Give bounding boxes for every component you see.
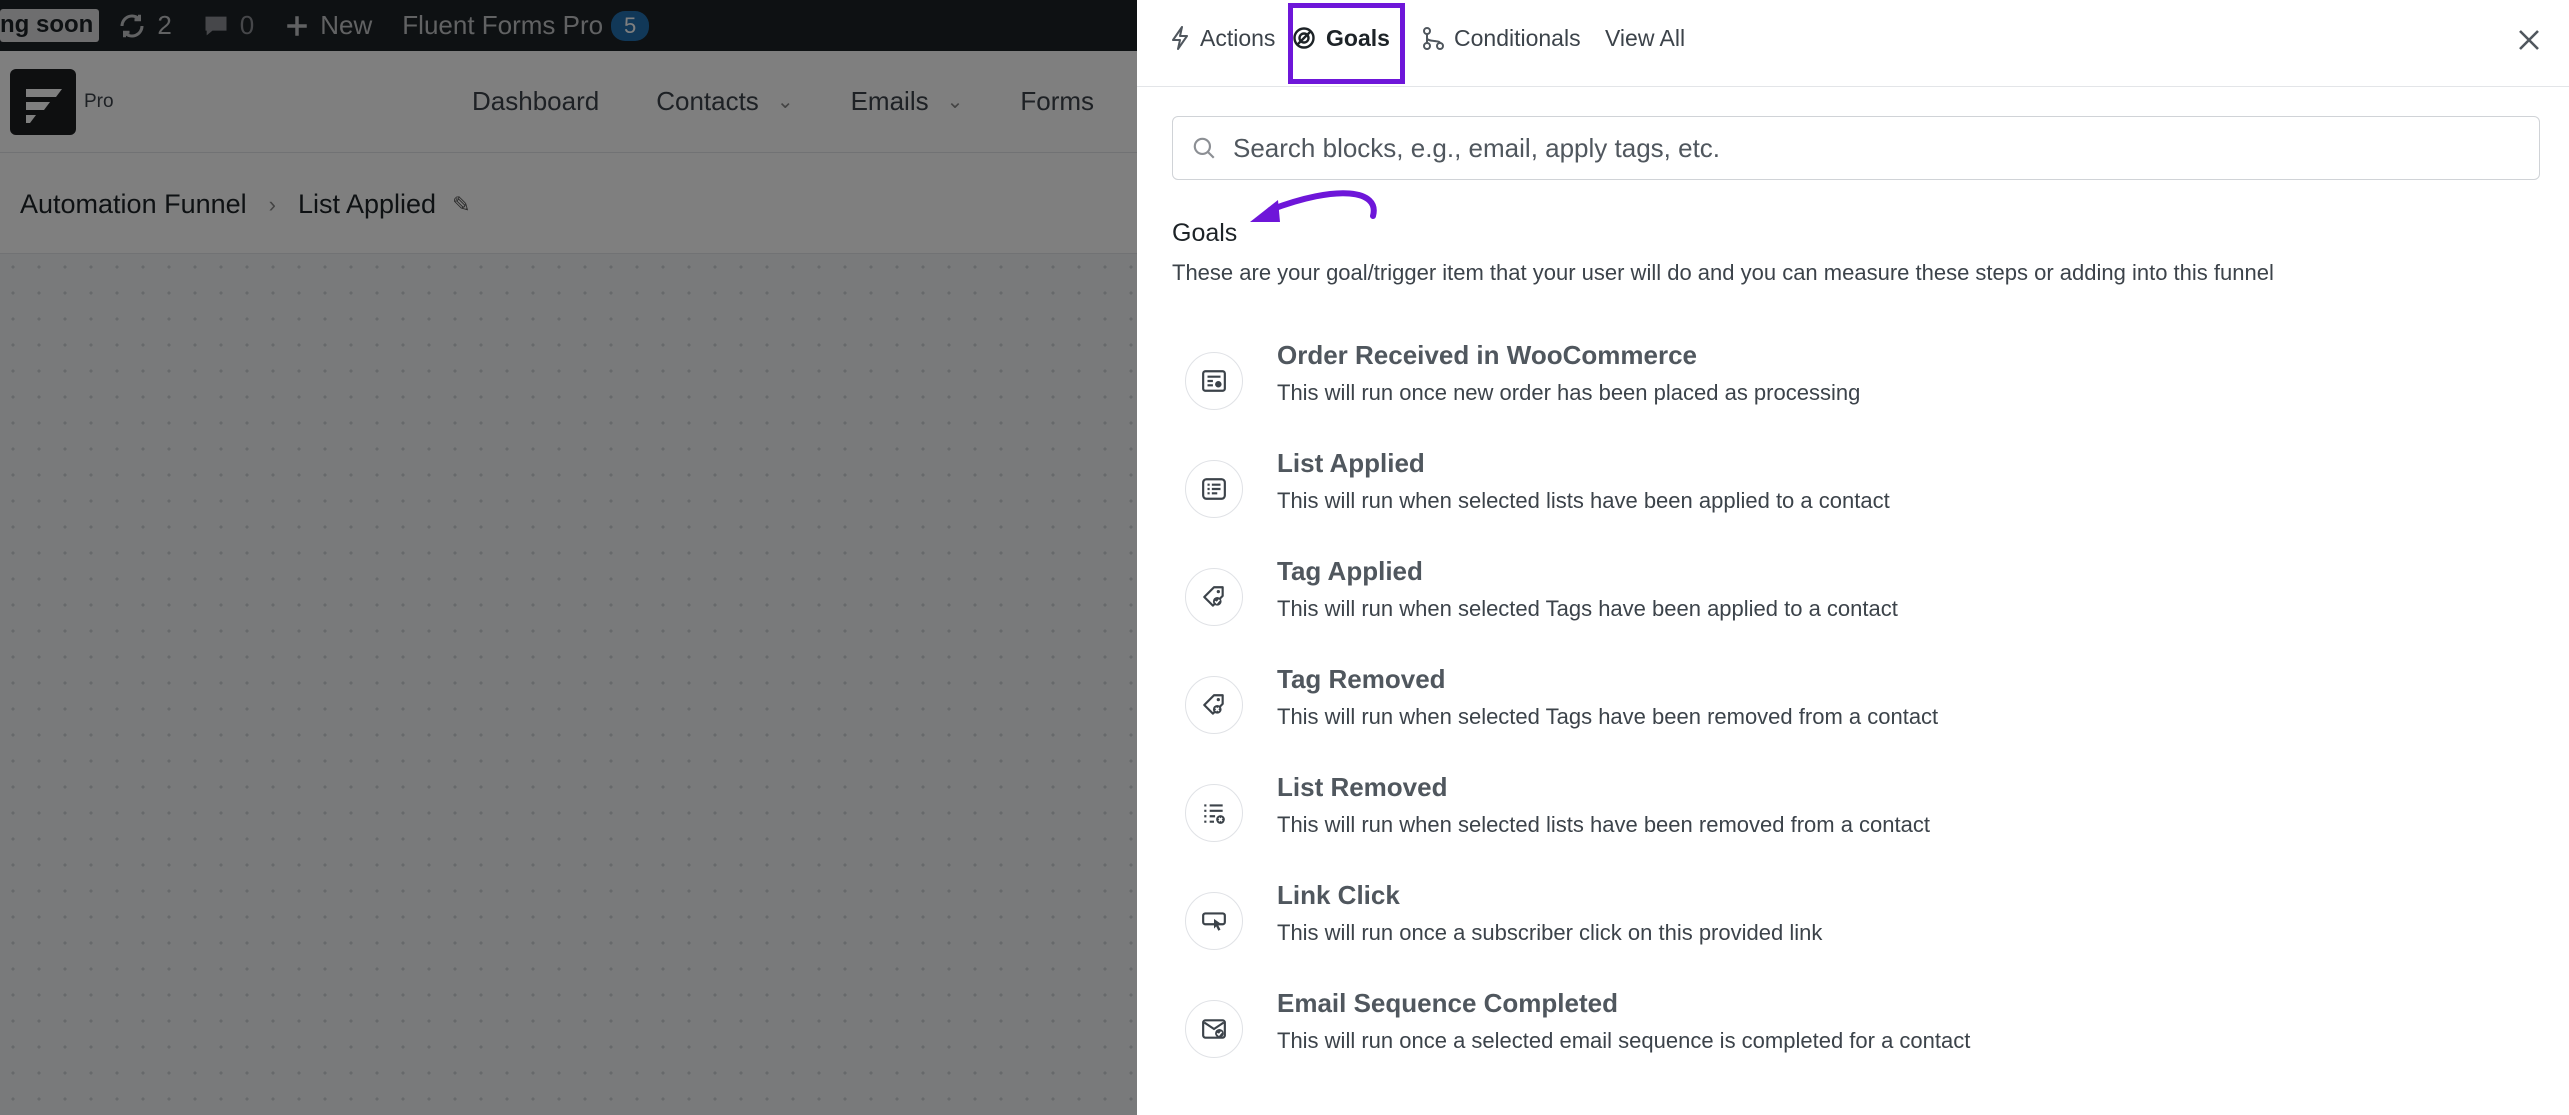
block-picker-drawer: Actions Goals Conditionals View All Goal… <box>1137 0 2569 1115</box>
search-input[interactable] <box>1231 131 2435 165</box>
goal-description: This will run when selected Tags have be… <box>1277 704 1939 729</box>
goal-description: This will run when selected lists have b… <box>1277 812 1930 837</box>
goal-item-tag-applied[interactable]: Tag Applied This will run when selected … <box>1185 556 2485 648</box>
list-removed-icon <box>1185 784 1243 842</box>
goal-description: This will run once a subscriber click on… <box>1277 920 1823 945</box>
goal-item-link-click[interactable]: Link Click This will run once a subscrib… <box>1185 880 2485 972</box>
tab-label: Actions <box>1200 24 1276 51</box>
goal-item-list-removed[interactable]: List Removed This will run when selected… <box>1185 772 2485 864</box>
goal-item-order-received[interactable]: Order Received in WooCommerce This will … <box>1185 340 2485 432</box>
email-sequence-icon <box>1185 1000 1243 1058</box>
search-box <box>1172 116 2540 180</box>
goals-tab-highlight <box>1288 3 1405 84</box>
goal-title: Tag Applied <box>1277 556 1423 586</box>
goal-title: Tag Removed <box>1277 664 1446 694</box>
drawer-tabs: Actions Goals Conditionals View All <box>1137 0 2569 87</box>
lightning-icon <box>1172 26 1188 50</box>
annotation-arrow <box>1250 190 1377 222</box>
goal-title: List Removed <box>1277 772 1448 802</box>
tab-label: Conditionals <box>1454 24 1581 51</box>
goal-description: This will run when selected Tags have be… <box>1277 596 1898 621</box>
branch-icon <box>1423 27 1444 50</box>
section-title: Goals <box>1172 219 1238 247</box>
link-click-icon <box>1185 892 1243 950</box>
search-icon <box>1193 137 1215 159</box>
goal-item-list-applied[interactable]: List Applied This will run when selected… <box>1185 448 2485 540</box>
order-icon <box>1185 352 1243 410</box>
tab-conditionals[interactable]: Conditionals <box>1422 0 1581 76</box>
goal-description: This will run once new order has been pl… <box>1277 380 1861 405</box>
section-description: These are your goal/trigger item that yo… <box>1172 260 2274 285</box>
goal-title: Email Sequence Completed <box>1277 988 1618 1018</box>
goal-title: List Applied <box>1277 448 1425 478</box>
close-icon[interactable] <box>2511 22 2547 58</box>
tab-actions[interactable]: Actions <box>1170 0 1275 76</box>
goal-description: This will run once a selected email sequ… <box>1277 1028 1971 1053</box>
goal-item-email-sequence-completed[interactable]: Email Sequence Completed This will run o… <box>1185 988 2485 1080</box>
list-applied-icon <box>1185 460 1243 518</box>
goal-title: Order Received in WooCommerce <box>1277 340 1697 370</box>
tab-label: View All <box>1605 24 1686 51</box>
goal-title: Link Click <box>1277 880 1400 910</box>
goal-description: This will run when selected lists have b… <box>1277 488 1890 513</box>
goal-item-tag-removed[interactable]: Tag Removed This will run when selected … <box>1185 664 2485 756</box>
tab-view-all[interactable]: View All <box>1605 0 1685 76</box>
tag-removed-icon <box>1185 676 1243 734</box>
tag-applied-icon <box>1185 568 1243 626</box>
